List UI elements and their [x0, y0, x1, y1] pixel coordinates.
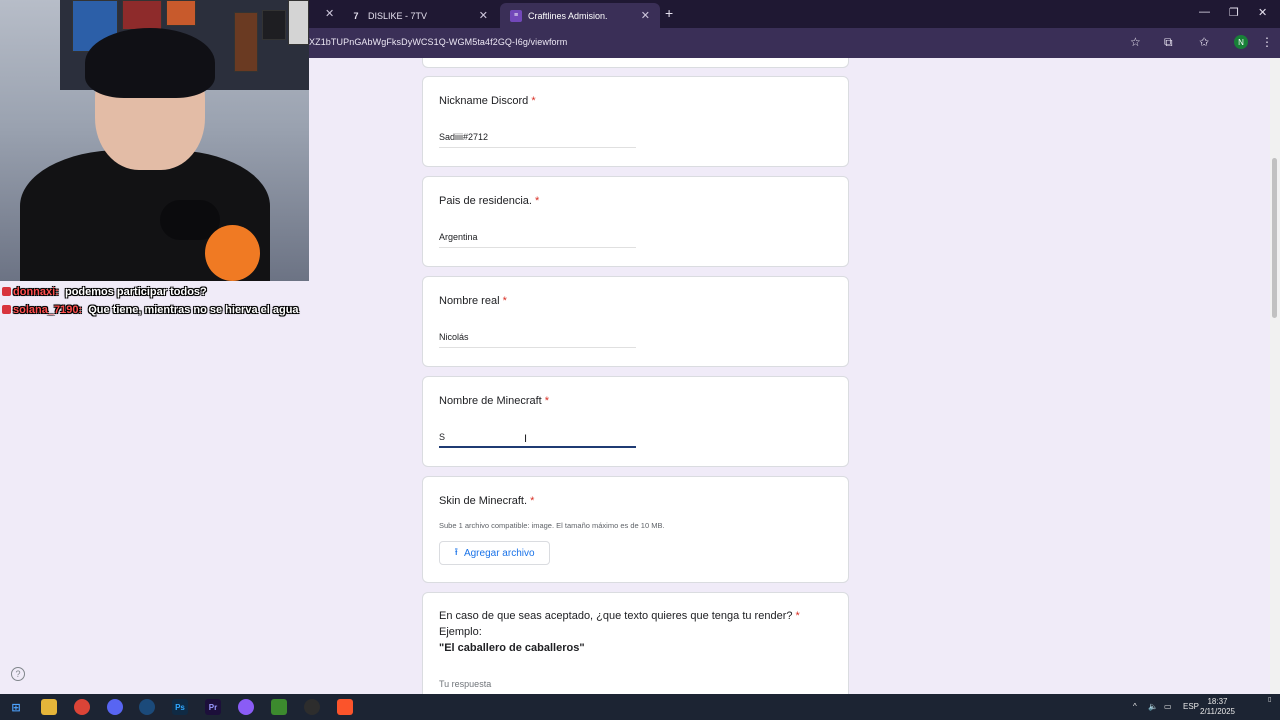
badge-icon	[2, 305, 11, 314]
chat-text: podemos participar todos?	[64, 286, 207, 298]
chat-username: donnaxi:	[13, 286, 59, 298]
premiere-icon[interactable]: Pr	[205, 699, 221, 715]
new-tab-icon[interactable]: +	[665, 5, 673, 21]
brave-icon[interactable]	[337, 699, 353, 715]
clock-time: 18:37	[1207, 697, 1228, 706]
chat-message: solana_7190: Que tiene, mientras no se h…	[2, 301, 302, 319]
close-icon[interactable]: ✕	[325, 7, 334, 20]
upload-note: Sube 1 archivo compatible: image. El tam…	[439, 521, 665, 530]
windows-start-icon[interactable]: ⊞	[8, 699, 24, 715]
tab-title: Craftlines Admision.	[528, 10, 608, 21]
person-hair	[85, 28, 215, 98]
badge-icon	[2, 287, 11, 296]
notification-icon[interactable]: ▯	[1268, 696, 1271, 703]
chat-message: donnaxi: podemos participar todos?	[2, 283, 302, 301]
page-scrollbar[interactable]	[1270, 58, 1280, 694]
clock-date: 2/11/2025	[1200, 707, 1235, 716]
help-icon[interactable]: ?	[11, 667, 25, 681]
7tv-icon: 7	[353, 10, 359, 21]
answer-input-nombre-real[interactable]: Nicolás	[439, 332, 636, 348]
question-card-nickname-discord: Nickname Discord * Sadiiii#2712	[422, 76, 849, 167]
close-tab-icon[interactable]: ✕	[641, 9, 650, 22]
upload-icon: ⭱	[454, 546, 458, 558]
required-asterisk: *	[535, 195, 540, 207]
favorites-icon[interactable]: ✩	[1199, 35, 1209, 49]
chat-text: Que tiene, mientras no se hierva el agua	[88, 304, 299, 316]
question-example-label: Ejemplo:	[439, 626, 482, 638]
discord-icon[interactable]	[107, 699, 123, 715]
restore-icon[interactable]: ❐	[1229, 6, 1239, 19]
podcast-icon[interactable]	[238, 699, 254, 715]
required-asterisk: *	[795, 610, 800, 622]
volume-icon[interactable]: 🔈	[1148, 702, 1158, 711]
webcam-overlay	[0, 0, 309, 281]
poster	[166, 0, 196, 26]
poster	[234, 12, 258, 72]
chrome-icon[interactable]	[74, 699, 90, 715]
question-title: Nombre real *	[439, 295, 507, 307]
tab-title: DISLIKE - 7TV	[368, 10, 428, 21]
taskbar: ⊞ Ps Pr ^ 🔈 ▭ ESP 18:37 2/11/2025 ▯	[0, 694, 1280, 720]
star-icon[interactable]: ☆	[1130, 35, 1141, 49]
question-title: Pais de residencia. *	[439, 195, 540, 207]
question-card-pais: Pais de residencia. * Argentina	[422, 176, 849, 267]
obs-icon[interactable]	[304, 699, 320, 715]
url-text[interactable]: XZ1bTUPnGAbWgFksDyWCS1Q-WGM5ta4f2GQ-I6g/…	[309, 37, 567, 47]
answer-input-render-text[interactable]: Tu respuesta	[439, 679, 636, 695]
question-card-render-text: En caso de que seas aceptado, ¿que texto…	[422, 592, 849, 702]
stream-chat: donnaxi: podemos participar todos? solan…	[2, 283, 302, 319]
add-file-label: Agregar archivo	[463, 547, 535, 559]
file-explorer-icon[interactable]	[41, 699, 57, 715]
window-close-icon[interactable]: ✕	[1258, 6, 1267, 19]
steam-icon[interactable]	[139, 699, 155, 715]
question-example-text: "El caballero de caballeros"	[439, 642, 585, 654]
chat-username: solana_7190:	[13, 304, 83, 316]
photoshop-icon[interactable]: Ps	[172, 699, 188, 715]
menu-icon[interactable]: ⋮	[1261, 35, 1273, 49]
text-cursor-icon: Ι	[524, 433, 528, 445]
close-tab-icon[interactable]: ✕	[479, 9, 488, 22]
answer-input-nickname-discord[interactable]: Sadiiii#2712	[439, 132, 636, 148]
required-asterisk: *	[530, 495, 535, 507]
question-title: Skin de Minecraft. *	[439, 495, 535, 507]
network-icon[interactable]: ▭	[1164, 702, 1172, 711]
required-asterisk: *	[502, 295, 507, 307]
profile-avatar[interactable]: N	[1234, 35, 1248, 49]
chevron-up-icon[interactable]: ^	[1133, 702, 1137, 711]
clock[interactable]: 18:37 2/11/2025	[1200, 697, 1235, 717]
question-card-nombre-real: Nombre real * Nicolás	[422, 276, 849, 367]
language-indicator[interactable]: ESP	[1183, 702, 1199, 711]
scrollbar-thumb[interactable]	[1272, 158, 1277, 318]
tab-craftlines-admision[interactable]: ≡ Craftlines Admision. ✕	[500, 3, 660, 28]
extensions-icon[interactable]: ⧉	[1164, 35, 1173, 50]
question-title: En caso de que seas aceptado, ¿que texto…	[439, 610, 800, 622]
minimize-icon[interactable]: —	[1199, 6, 1210, 18]
tab-dislike-7tv[interactable]: 7 DISLIKE - 7TV ✕	[340, 3, 498, 28]
poster	[122, 0, 162, 30]
required-asterisk: *	[544, 395, 550, 407]
forms-icon: ≡	[510, 9, 522, 22]
question-card-nombre-minecraft: Nombre de Minecraft * S Ι	[422, 376, 849, 467]
add-file-button[interactable]: ⭱ Agregar archivo	[439, 541, 550, 565]
answer-input-nombre-minecraft[interactable]: S	[439, 432, 636, 448]
poster	[262, 10, 286, 40]
question-title: Nombre de Minecraft *	[439, 395, 550, 407]
required-asterisk: *	[531, 95, 536, 107]
minecraft-icon[interactable]	[271, 699, 287, 715]
answer-input-pais[interactable]: Argentina	[439, 232, 636, 248]
question-title: Nickname Discord *	[439, 95, 536, 107]
plush-toy	[205, 225, 260, 281]
question-card-skin: Skin de Minecraft. * Sube 1 archivo comp…	[422, 476, 849, 583]
poster	[288, 0, 309, 45]
